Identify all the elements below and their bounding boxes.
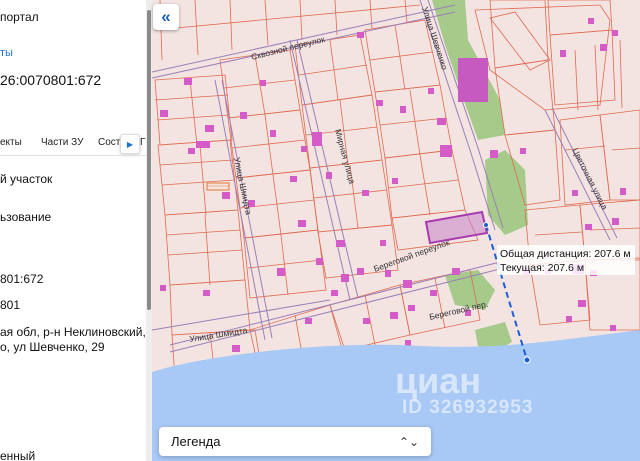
- usage-label: ьзование: [0, 210, 52, 224]
- scrollbar-thumb[interactable]: [147, 10, 151, 310]
- address-line2: о, ул Шевченко, 29: [0, 340, 105, 354]
- legend-label: Легенда: [171, 434, 221, 449]
- watermark-text: циан: [395, 360, 482, 401]
- address-line1: ая обл, р-н Неклиновский, с: [0, 325, 146, 339]
- watermark-id: ID 326932953: [402, 397, 534, 418]
- tab-objects[interactable]: екты: [0, 137, 22, 148]
- measure-tooltip: Общая дистанция: 207.6 м Текущая: 207.6 …: [497, 245, 635, 275]
- info-panel: портал ты 26:0070801:672 екты Части ЗУ С…: [0, 0, 146, 461]
- portal-link[interactable]: ты: [0, 47, 13, 59]
- current-distance: Текущая: 207.6 м: [500, 262, 585, 274]
- portal-title: портал: [0, 10, 39, 24]
- double-chevron-left-icon[interactable]: «: [153, 4, 179, 30]
- tab-divider: [0, 155, 146, 156]
- number-short: 801:672: [0, 272, 44, 286]
- total-distance: Общая дистанция: 207.6 м: [500, 248, 631, 260]
- quarter-short: 801: [0, 298, 21, 312]
- chevron-right-icon[interactable]: ▶: [120, 134, 140, 154]
- legend-dropdown[interactable]: Легенда ⌃⌄: [159, 427, 431, 456]
- cadastral-number: 26:0070801:672: [0, 72, 102, 88]
- tab-bar: екты Части ЗУ Соста Г ▶: [0, 131, 146, 155]
- bottom-text: енный: [0, 449, 36, 461]
- tab-more[interactable]: Г: [140, 137, 145, 148]
- object-type: й участок: [0, 172, 53, 186]
- chevron-up-down-icon[interactable]: ⌃⌄: [399, 435, 419, 449]
- tab-parts[interactable]: Части ЗУ: [41, 137, 83, 148]
